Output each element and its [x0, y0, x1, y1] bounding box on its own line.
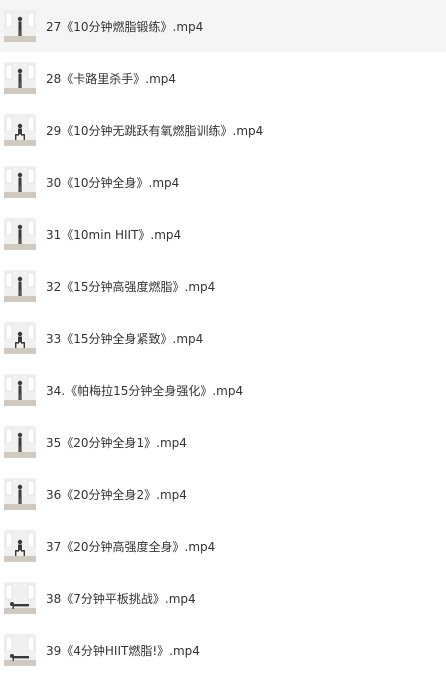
file-list: 27《10分钟燃脂锻练》.mp4 28《卡路里杀手》.mp4 29《10分钟无跳跃有…	[0, 0, 446, 671]
file-name: 39《4分钟HIIT燃脂!》.mp4	[46, 644, 200, 658]
video-thumbnail-icon[interactable]	[4, 62, 36, 94]
file-name: 30《10分钟全身》.mp4	[46, 176, 180, 190]
file-row[interactable]: 32《15分钟高强度燃脂》.mp4	[0, 260, 446, 312]
video-thumbnail-icon[interactable]	[4, 582, 36, 614]
video-thumbnail-icon[interactable]	[4, 634, 36, 666]
video-thumbnail-icon[interactable]	[4, 426, 36, 458]
file-row[interactable]: 27《10分钟燃脂锻练》.mp4	[0, 0, 446, 52]
video-thumbnail-icon[interactable]	[4, 530, 36, 562]
file-name: 27《10分钟燃脂锻练》.mp4	[46, 20, 204, 34]
file-row[interactable]: 29《10分钟无跳跃有氧燃脂训练》.mp4	[0, 104, 446, 156]
video-thumbnail-icon[interactable]	[4, 114, 36, 146]
file-row[interactable]: 36《20分钟全身2》.mp4	[0, 468, 446, 520]
file-name: 28《卡路里杀手》.mp4	[46, 72, 177, 86]
file-name: 38《7分钟平板挑战》.mp4	[46, 592, 196, 606]
video-thumbnail-icon[interactable]	[4, 478, 36, 510]
file-name: 37《20分钟高强度全身》.mp4	[46, 540, 216, 554]
file-name: 31《10min HIIT》.mp4	[46, 228, 182, 242]
file-row[interactable]: 37《20分钟高强度全身》.mp4	[0, 520, 446, 572]
file-name: 33《15分钟全身紧致》.mp4	[46, 332, 204, 346]
file-row[interactable]: 33《15分钟全身紧致》.mp4	[0, 312, 446, 364]
video-thumbnail-icon[interactable]	[4, 166, 36, 198]
video-thumbnail-icon[interactable]	[4, 218, 36, 250]
video-thumbnail-icon[interactable]	[4, 322, 36, 354]
file-name: 36《20分钟全身2》.mp4	[46, 488, 187, 502]
video-thumbnail-icon[interactable]	[4, 374, 36, 406]
file-name: 32《15分钟高强度燃脂》.mp4	[46, 280, 216, 294]
file-row[interactable]: 34.《帕梅拉15分钟全身强化》.mp4	[0, 364, 446, 416]
file-name: 35《20分钟全身1》.mp4	[46, 436, 187, 450]
file-row[interactable]: 30《10分钟全身》.mp4	[0, 156, 446, 208]
file-row[interactable]: 39《4分钟HIIT燃脂!》.mp4	[0, 624, 446, 676]
video-thumbnail-icon[interactable]	[4, 270, 36, 302]
file-row[interactable]: 31《10min HIIT》.mp4	[0, 208, 446, 260]
file-row[interactable]: 38《7分钟平板挑战》.mp4	[0, 572, 446, 624]
file-row[interactable]: 28《卡路里杀手》.mp4	[0, 52, 446, 104]
video-thumbnail-icon[interactable]	[4, 10, 36, 42]
file-name: 29《10分钟无跳跃有氧燃脂训练》.mp4	[46, 124, 264, 138]
file-row[interactable]: 35《20分钟全身1》.mp4	[0, 416, 446, 468]
file-name: 34.《帕梅拉15分钟全身强化》.mp4	[46, 384, 244, 398]
